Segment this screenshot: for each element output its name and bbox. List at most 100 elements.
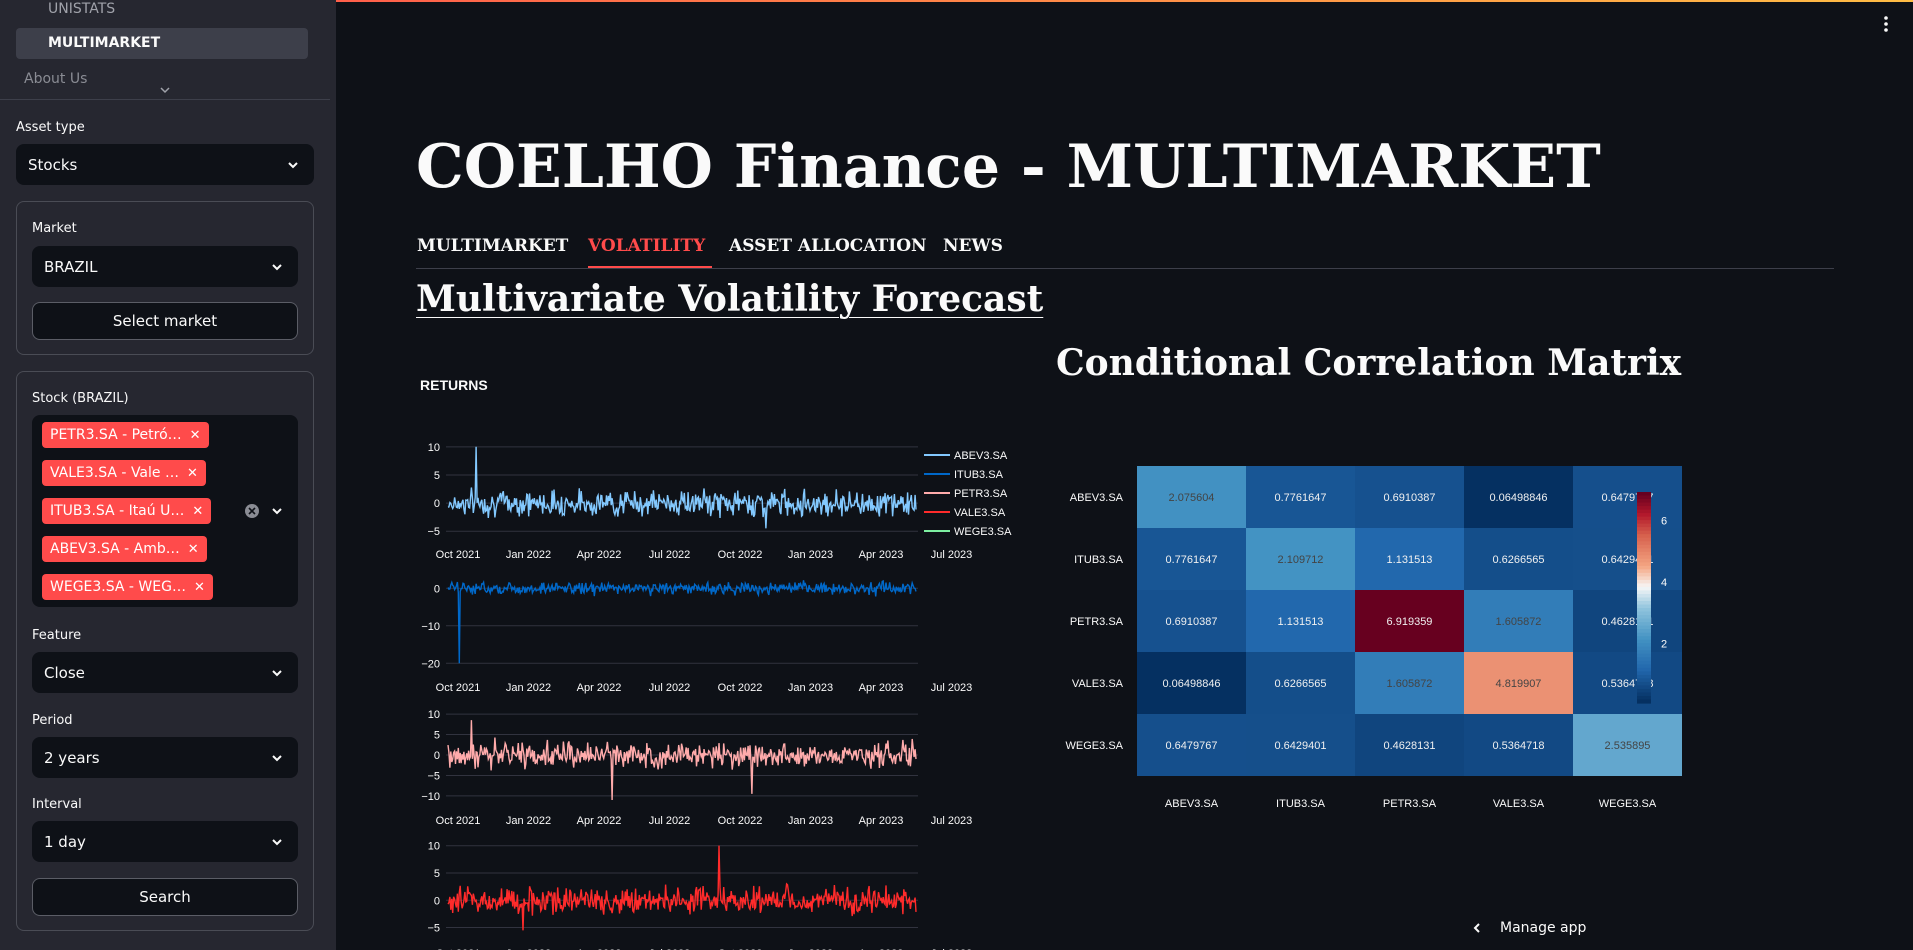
colorbar-segment [1637, 541, 1651, 546]
x-tick-label: Oct 2022 [718, 549, 763, 561]
nav-item-unistats[interactable]: UNISTATS [48, 1, 115, 17]
colorbar-segment [1637, 629, 1651, 634]
cell-value-label: 0.06498846 [1489, 492, 1547, 504]
chevron-down-icon[interactable] [158, 84, 172, 96]
x-tick-label: Oct 2021 [436, 815, 481, 827]
remove-tag-icon[interactable]: ✕ [188, 542, 199, 557]
colorbar-segment [1637, 506, 1651, 511]
x-tick-label: Jul 2023 [931, 682, 973, 694]
colorbar-segment [1637, 681, 1651, 687]
colorbar-segment [1637, 695, 1651, 701]
colorbar-segment [1637, 509, 1651, 514]
colorbar-segment [1637, 653, 1651, 658]
legend-label: ITUB3.SA [954, 469, 1004, 481]
main-content: COELHO Finance - MULTIMARKET MULTIMARKET… [336, 0, 1913, 950]
column-label: PETR3.SA [1383, 798, 1437, 810]
chevron-down-icon [272, 263, 282, 270]
colorbar-segment [1637, 527, 1651, 532]
stock-tag[interactable]: ABEV3.SA - Amb… ✕ [42, 536, 207, 562]
colorbar-segment [1637, 558, 1651, 563]
remove-tag-icon[interactable]: ✕ [192, 504, 203, 519]
colorbar-segment [1637, 520, 1651, 525]
x-tick-label: Jan 2023 [788, 682, 833, 694]
returns-chart-title: RETURNS [420, 377, 488, 393]
colorbar-segment [1637, 583, 1651, 588]
market-form: Market BRAZIL Select market [16, 201, 314, 355]
chevron-down-icon[interactable] [268, 502, 286, 520]
cell-value-label: 0.5364718 [1493, 740, 1545, 752]
nav-item-multimarket[interactable]: MULTIMARKET [16, 28, 308, 59]
remove-tag-icon[interactable]: ✕ [187, 466, 198, 481]
cell-value-label: 0.6479767 [1166, 740, 1218, 752]
cell-value-label: 0.6429401 [1275, 740, 1327, 752]
nav-item-about-us[interactable]: About Us [24, 71, 87, 87]
sidebar: UNISTATS MULTIMARKET About Us Asset type… [0, 0, 336, 950]
colorbar-segment [1637, 548, 1651, 553]
colorbar-segment [1637, 597, 1651, 602]
column-label: ABEV3.SA [1165, 798, 1219, 810]
cell-value-label: 6.919359 [1387, 616, 1433, 628]
x-tick-label: Jul 2022 [649, 549, 691, 561]
x-tick-label: Jul 2023 [931, 815, 973, 827]
tab-multimarket[interactable]: MULTIMARKET [417, 236, 568, 256]
column-label: ITUB3.SA [1276, 798, 1326, 810]
remove-tag-icon[interactable]: ✕ [190, 428, 201, 443]
y-tick-label: −5 [427, 526, 440, 538]
cell-value-label: 2.109712 [1278, 554, 1324, 566]
colorbar-tick-label: 2 [1661, 638, 1667, 650]
more-options-icon[interactable] [1882, 14, 1890, 34]
section-title: Multivariate Volatility Forecast [416, 278, 1044, 320]
cell-value-label: 0.4628131 [1384, 740, 1436, 752]
tab-asset-allocation[interactable]: ASSET ALLOCATION [729, 236, 927, 256]
y-tick-label: 0 [434, 895, 440, 907]
period-select[interactable]: 2 years [32, 737, 298, 778]
stock-tag-label: ABEV3.SA - Amb… [50, 541, 180, 557]
colorbar-segment [1637, 593, 1651, 599]
correlation-chart-title: Conditional Correlation Matrix [1056, 342, 1682, 384]
cell-value-label: 0.6910387 [1166, 616, 1218, 628]
colorbar-segment [1637, 586, 1651, 592]
legend-label: PETR3.SA [954, 488, 1008, 500]
y-tick-label: −5 [427, 770, 440, 782]
x-tick-label: Apr 2023 [859, 815, 904, 827]
colorbar-segment [1637, 544, 1651, 549]
stock-tag[interactable]: WEGE3.SA - WEG… ✕ [42, 574, 213, 600]
feature-select[interactable]: Close [32, 652, 298, 693]
stock-tag[interactable]: ITUB3.SA - Itaú U… ✕ [42, 498, 212, 524]
row-label: VALE3.SA [1072, 678, 1124, 690]
x-tick-label: Jul 2022 [649, 815, 691, 827]
legend-label: VALE3.SA [954, 507, 1006, 519]
series-line-itub3-sa [447, 579, 917, 664]
stock-multiselect[interactable]: PETR3.SA - Petró… ✕ VALE3.SA - Vale … ✕ IT… [32, 415, 298, 607]
clear-all-icon[interactable] [244, 503, 260, 519]
returns-chart: RETURNS ABEV3.SA ITUB3.SA PETR3.SA VALE3.SA W… [420, 377, 1012, 950]
colorbar-segment [1637, 565, 1651, 570]
cell-value-label: 2.535895 [1605, 740, 1651, 752]
manage-app-button[interactable]: Manage app [1470, 920, 1586, 936]
market-select[interactable]: BRAZIL [32, 246, 298, 287]
remove-tag-icon[interactable]: ✕ [194, 580, 205, 595]
stock-tag[interactable]: VALE3.SA - Vale … ✕ [42, 460, 206, 486]
colorbar-segment [1637, 569, 1651, 574]
interval-select[interactable]: 1 day [32, 821, 298, 862]
cell-value-label: 0.6266565 [1493, 554, 1545, 566]
tab-news[interactable]: NEWS [943, 236, 1003, 256]
chevron-down-icon [288, 161, 298, 168]
colorbar-segment [1637, 495, 1651, 500]
manage-app-label: Manage app [1500, 920, 1587, 936]
select-market-button[interactable]: Select market [32, 302, 298, 340]
search-button[interactable]: Search [32, 878, 298, 916]
stock-form: Stock (BRAZIL) PETR3.SA - Petró… ✕ VALE3.… [16, 371, 314, 931]
row-label: WEGE3.SA [1066, 740, 1124, 752]
stock-label: Stock (BRAZIL) [32, 391, 129, 406]
colorbar-segment [1637, 576, 1651, 581]
stock-tag-label: PETR3.SA - Petró… [50, 427, 182, 443]
colorbar-segment [1637, 516, 1651, 521]
y-tick-label: −10 [421, 791, 440, 803]
asset-type-select[interactable]: Stocks [16, 144, 314, 185]
tab-volatility[interactable]: VOLATILITY [588, 236, 705, 256]
x-tick-label: Jan 2022 [506, 682, 551, 694]
stock-tag[interactable]: PETR3.SA - Petró… ✕ [42, 422, 209, 448]
market-value: BRAZIL [44, 257, 98, 276]
colorbar-segment [1637, 639, 1651, 644]
